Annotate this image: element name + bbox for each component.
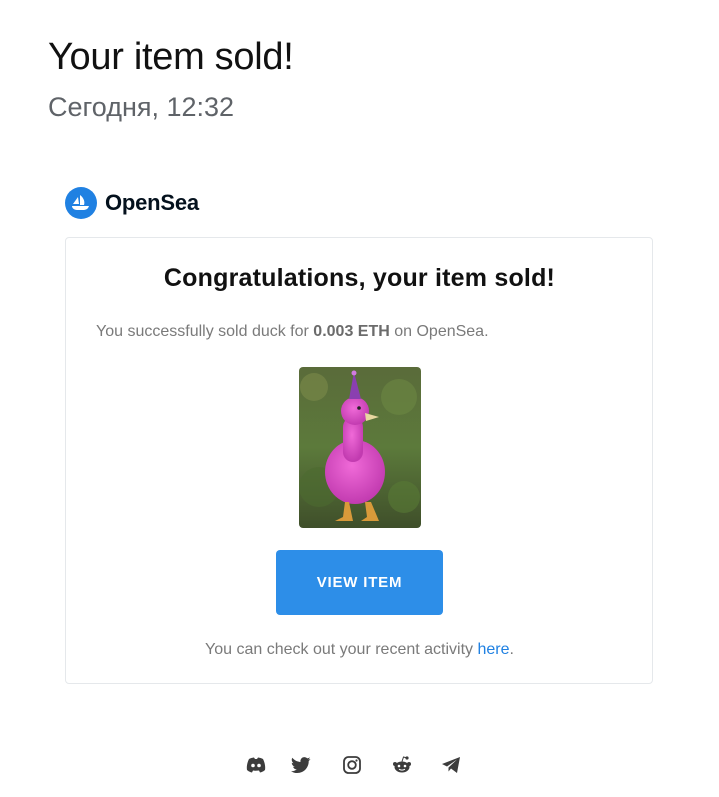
opensea-logo-icon bbox=[65, 187, 97, 219]
reddit-icon[interactable] bbox=[391, 754, 413, 776]
sale-price: 0.003 ETH bbox=[313, 323, 390, 340]
view-item-button[interactable]: VIEW ITEM bbox=[276, 550, 443, 615]
brand-name: OpenSea bbox=[105, 190, 199, 215]
activity-message: You can check out your recent activity h… bbox=[0, 641, 719, 659]
sale-message: You successfully sold duck for 0.003 ETH… bbox=[96, 323, 489, 341]
sale-message-suffix: on OpenSea. bbox=[389, 323, 489, 340]
instagram-icon[interactable] bbox=[341, 754, 363, 776]
sale-message-prefix: You successfully sold duck for bbox=[96, 323, 314, 340]
activity-link[interactable]: here bbox=[477, 641, 509, 658]
card-title: Congratulations, your item sold! bbox=[163, 264, 556, 292]
nft-image[interactable] bbox=[299, 367, 421, 528]
activity-suffix: . bbox=[509, 641, 514, 658]
brand-header[interactable]: OpenSea bbox=[65, 187, 199, 219]
activity-prefix: You can check out your recent activity bbox=[205, 641, 478, 658]
email-date: Сегодня, 12:32 bbox=[48, 92, 235, 122]
email-subject: Your item sold! bbox=[48, 36, 294, 78]
discord-icon[interactable] bbox=[245, 754, 267, 776]
twitter-icon[interactable] bbox=[290, 754, 312, 776]
telegram-icon[interactable] bbox=[440, 754, 462, 776]
